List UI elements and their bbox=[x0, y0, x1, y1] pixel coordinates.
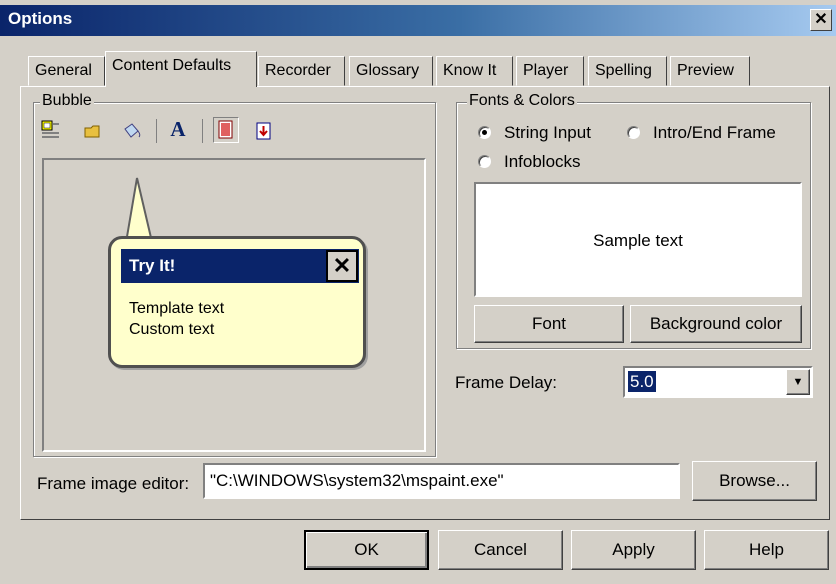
radio-string-input-label[interactable]: String Input bbox=[504, 123, 591, 143]
bubble-custom-text: Custom text bbox=[129, 321, 215, 338]
font-icon[interactable]: A bbox=[168, 119, 188, 140]
tab-glossary[interactable]: Glossary bbox=[349, 56, 433, 86]
ok-button[interactable]: OK bbox=[304, 530, 429, 570]
radio-infoblocks-label[interactable]: Infoblocks bbox=[504, 152, 581, 172]
font-button[interactable]: Font bbox=[474, 305, 624, 343]
tab-know-it[interactable]: Know It bbox=[436, 56, 513, 86]
pointer-position-icon[interactable] bbox=[254, 121, 274, 141]
help-button[interactable]: Help bbox=[704, 530, 829, 570]
sample-text-preview: Sample text bbox=[474, 182, 802, 297]
browse-button[interactable]: Browse... bbox=[692, 461, 817, 501]
chevron-down-icon[interactable]: ▼ bbox=[786, 369, 810, 395]
background-color-button[interactable]: Background color bbox=[630, 305, 802, 343]
frame-delay-value: 5.0 bbox=[628, 371, 656, 392]
title-bar[interactable]: Options ✕ bbox=[0, 5, 836, 36]
tab-player[interactable]: Player bbox=[516, 56, 584, 86]
radio-string-input[interactable] bbox=[478, 126, 491, 139]
bubble-close-icon: ✕ bbox=[326, 250, 358, 282]
fonts-colors-legend: Fonts & Colors bbox=[467, 92, 577, 110]
frame-image-editor-value: "C:\WINDOWS\system32\mspaint.exe" bbox=[210, 471, 504, 490]
toolbar-separator bbox=[156, 119, 157, 143]
frame-delay-label: Frame Delay: bbox=[455, 373, 558, 392]
bubble-title: Try It! bbox=[129, 256, 176, 275]
tab-general[interactable]: General bbox=[28, 56, 105, 86]
radio-infoblocks[interactable] bbox=[478, 155, 491, 168]
template-icon[interactable] bbox=[40, 119, 60, 139]
folder-icon[interactable] bbox=[83, 121, 103, 141]
bubble-preview-area: Try It! ✕ Template text Custom text bbox=[42, 158, 426, 452]
close-button[interactable]: ✕ bbox=[810, 9, 832, 31]
cancel-button[interactable]: Cancel bbox=[438, 530, 563, 570]
toolbar-separator bbox=[202, 119, 203, 143]
radio-intro-end-frame-label[interactable]: Intro/End Frame bbox=[653, 123, 776, 143]
radio-intro-end-frame[interactable] bbox=[627, 126, 640, 139]
frame-image-editor-label: Frame image editor: bbox=[37, 474, 190, 493]
frame-delay-select[interactable]: 5.0 ▼ bbox=[623, 366, 813, 398]
tab-preview[interactable]: Preview bbox=[670, 56, 750, 86]
bubble-template-text: Template text bbox=[129, 300, 225, 317]
bubble-header: Try It! ✕ bbox=[121, 249, 359, 283]
paint-bucket-icon[interactable] bbox=[121, 121, 141, 141]
frame-image-editor-field[interactable]: "C:\WINDOWS\system32\mspaint.exe" bbox=[203, 463, 680, 499]
tab-recorder[interactable]: Recorder bbox=[258, 56, 345, 86]
tab-spelling[interactable]: Spelling bbox=[588, 56, 667, 86]
bubble-style-icon[interactable] bbox=[213, 117, 239, 143]
bubble-preview: Try It! ✕ Template text Custom text bbox=[108, 236, 366, 368]
window-title: Options bbox=[8, 9, 73, 28]
bubble-legend: Bubble bbox=[40, 92, 94, 110]
tab-content-defaults[interactable]: Content Defaults bbox=[105, 51, 257, 87]
sample-text: Sample text bbox=[593, 231, 683, 250]
apply-button[interactable]: Apply bbox=[571, 530, 696, 570]
